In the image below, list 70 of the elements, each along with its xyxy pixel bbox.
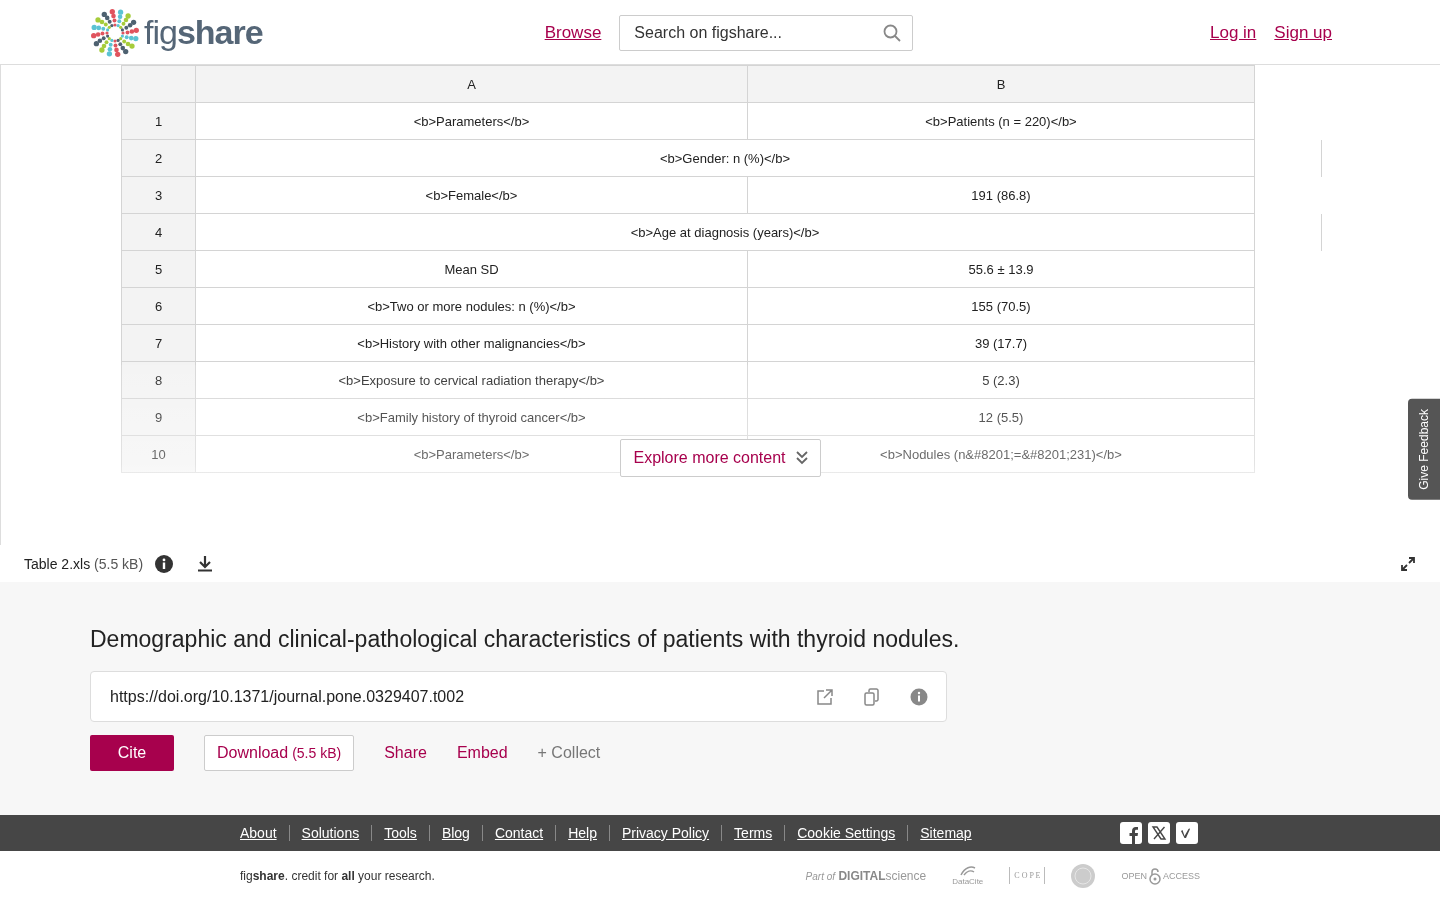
table-cell: 191 (86.8) — [747, 176, 1255, 214]
seal-icon — [1071, 863, 1096, 888]
table-cell: <b>Exposure to cervical radiation therapy</b> — [195, 361, 748, 399]
cope-logo: C O P E — [1009, 867, 1046, 884]
collect-link[interactable]: + Collect — [537, 735, 601, 771]
row-number: 5 — [121, 250, 196, 288]
column-header: B — [747, 65, 1255, 103]
download-icon[interactable] — [197, 555, 214, 572]
row-number: 7 — [121, 324, 196, 362]
vimeo-icon[interactable] — [1176, 822, 1198, 844]
feedback-tab[interactable]: Give Feedback — [1408, 399, 1440, 500]
table-cell: 155 (70.5) — [747, 287, 1255, 325]
explore-more-button[interactable]: Explore more content — [620, 439, 821, 477]
footer-link[interactable]: Cookie Settings — [797, 825, 896, 841]
action-link[interactable]: Share — [384, 735, 427, 771]
fullscreen-icon[interactable] — [1400, 555, 1416, 572]
digital-science-logo: Part of DIGITALscience — [805, 868, 927, 883]
footer-link[interactable]: Blog — [441, 825, 470, 841]
item-title: Demographic and clinical-pathological characteristics of patients with thyroid nodules. — [90, 626, 961, 653]
footer-link[interactable]: About — [240, 825, 277, 841]
copy-icon[interactable] — [864, 687, 880, 706]
row-number: 2 — [121, 139, 196, 177]
external-link-icon[interactable] — [816, 687, 834, 706]
row-number: 8 — [121, 361, 196, 399]
facebook-icon[interactable] — [1120, 822, 1142, 844]
table-cell: <b>Two or more nodules: n (%)</b> — [195, 287, 748, 325]
table-cell: 55.6 ± 13.9 — [747, 250, 1255, 288]
table-cell: <b>Patients (n = 220)</b> — [747, 102, 1255, 140]
table-cell: <b>Parameters</b> — [195, 102, 748, 140]
open-access-logo: OPEN ACCESS — [1121, 866, 1200, 885]
footer-link[interactable]: Solutions — [301, 825, 360, 841]
datacite-logo: DataCite — [952, 865, 984, 886]
footer-link[interactable]: Sitemap — [920, 825, 972, 841]
footer-link[interactable]: Contact — [494, 825, 544, 841]
x-icon[interactable] — [1148, 822, 1170, 844]
table-cell: <b>History with other malignancies</b> — [195, 324, 748, 362]
row-number: 10 — [121, 435, 196, 473]
account-link[interactable]: Sign up — [1274, 22, 1332, 43]
cite-button[interactable]: Cite — [90, 735, 174, 771]
search-icon[interactable] — [883, 23, 902, 42]
footer-link[interactable]: Privacy Policy — [621, 825, 710, 841]
account-link[interactable]: Log in — [1210, 22, 1257, 43]
footer-link[interactable]: Tools — [384, 825, 417, 841]
table-cell: <b>Age at diagnosis (years)</b> — [195, 213, 1255, 251]
row-number: 4 — [121, 213, 196, 251]
file-name: Table 2.xls (5.5 kB) — [24, 555, 144, 572]
table-cell: 5 (2.3) — [747, 361, 1255, 399]
double-chevron-icon — [795, 451, 808, 465]
table-cell: 39 (17.7) — [747, 324, 1255, 362]
tagline: figshare. credit for all your research. — [240, 868, 435, 883]
logo-wordmark[interactable]: figshare — [144, 13, 263, 52]
action-link[interactable]: Embed — [456, 735, 508, 771]
row-number: 6 — [121, 287, 196, 325]
download-button[interactable]: Download (5.5 kB) — [204, 735, 355, 771]
row-number: 9 — [121, 398, 196, 436]
footer-link[interactable]: Terms — [734, 825, 773, 841]
table-cell: <b>Female</b> — [195, 176, 748, 214]
table-cell: <b>Family history of thyroid cancer</b> — [195, 398, 748, 436]
info-icon[interactable] — [155, 554, 174, 573]
logo-icon[interactable] — [90, 7, 140, 58]
footer-link[interactable]: Help — [568, 825, 597, 841]
table-cell: <b>Gender: n (%)</b> — [195, 139, 1255, 177]
search-field[interactable]: Search on figshare... — [619, 14, 914, 51]
row-number: 1 — [121, 102, 196, 140]
column-header: A — [195, 65, 748, 103]
browse-link[interactable]: Browse — [544, 22, 602, 43]
table-cell: Mean SD — [195, 250, 748, 288]
table-cell: 12 (5.5) — [747, 398, 1255, 436]
row-number: 3 — [121, 176, 196, 214]
doi-link[interactable]: https://doi.org/10.1371/journal.pone.0329407.t002 — [110, 687, 786, 706]
